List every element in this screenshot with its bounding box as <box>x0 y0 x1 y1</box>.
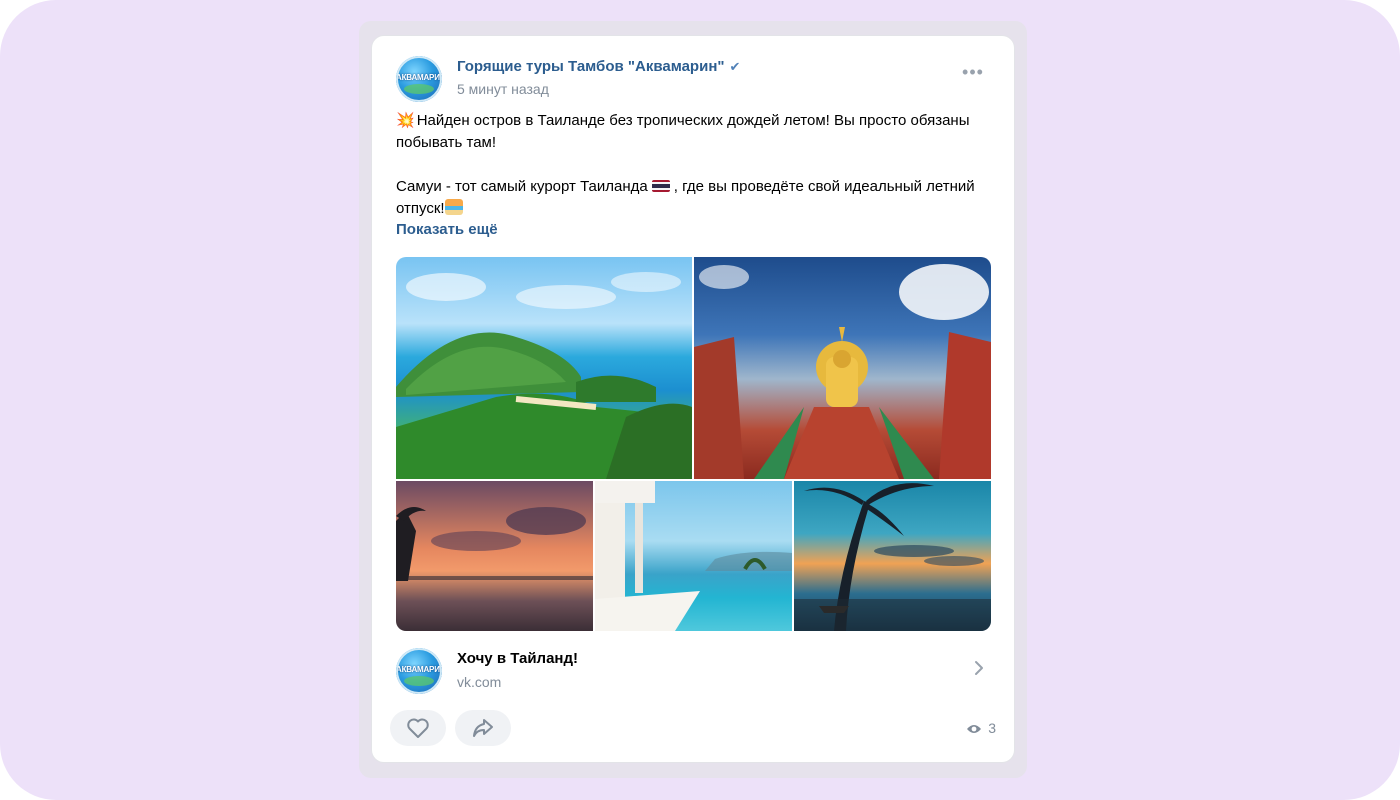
post-text-paragraph-1: 💥 Найден остров в Таиланде без тропически… <box>396 110 996 154</box>
link-avatar-ring <box>396 648 442 694</box>
verified-check-icon: ✔ <box>729 59 741 74</box>
post-time[interactable]: 5 минут назад <box>457 81 549 97</box>
community-avatar[interactable]: АКВАМАРИН <box>396 56 442 102</box>
post-text-line-1: Найден остров в Таиланде без тропических… <box>396 112 970 151</box>
beach-emoji-icon <box>444 199 463 215</box>
link-title[interactable]: Хочу в Тайланд! <box>457 650 578 667</box>
photo-gallery <box>396 257 991 631</box>
heart-icon <box>407 718 429 738</box>
eye-icon <box>967 725 982 733</box>
more-options-icon[interactable]: ••• <box>958 62 988 86</box>
post-card: АКВАМАРИН Горящие туры Тамбов "Аквамарин… <box>372 36 1014 762</box>
photo-palm-sunset[interactable] <box>794 481 991 631</box>
photo-island[interactable] <box>396 257 692 479</box>
link-avatar: АКВАМАРИН <box>396 648 442 694</box>
sunset-illustration <box>396 507 593 581</box>
chevron-right-icon[interactable] <box>972 658 986 678</box>
views-count: 3 <box>988 720 996 736</box>
collision-emoji-icon: 💥 <box>396 112 415 129</box>
like-button[interactable] <box>390 710 446 746</box>
photo-sunset-beach[interactable] <box>396 481 593 631</box>
views-counter: 3 <box>966 720 996 736</box>
thailand-flag-icon <box>651 180 670 192</box>
post-text-line-2a: Самуи - тот самый курорт Таиланда <box>396 178 648 195</box>
island-illustration <box>396 272 692 479</box>
palm-illustration <box>794 483 991 631</box>
community-name-text[interactable]: Горящие туры Тамбов "Аквамарин" <box>457 58 725 75</box>
post-text-spacer <box>396 154 996 176</box>
post-text: 💥 Найден остров в Таиланде без тропически… <box>396 110 996 220</box>
link-snippet[interactable]: АКВАМАРИН Хочу в Тайланд! vk.com <box>396 644 992 700</box>
post-text-paragraph-2: Самуи - тот самый курорт Таиланда, где в… <box>396 176 996 220</box>
community-name[interactable]: Горящие туры Тамбов "Аквамарин" ✔ <box>457 58 740 75</box>
share-arrow-icon <box>473 719 493 737</box>
share-button[interactable] <box>455 710 511 746</box>
avatar-ring <box>396 56 442 102</box>
photo-infinity-pool[interactable] <box>595 481 792 631</box>
photo-big-buddha[interactable] <box>694 257 991 479</box>
post-header: АКВАМАРИН Горящие туры Тамбов "Аквамарин… <box>396 54 994 102</box>
link-domain: vk.com <box>457 674 502 690</box>
temple-illustration <box>694 264 991 479</box>
post-actions: 3 <box>390 710 996 748</box>
pool-illustration <box>595 481 792 631</box>
show-more-link[interactable]: Показать ещё <box>396 221 498 238</box>
